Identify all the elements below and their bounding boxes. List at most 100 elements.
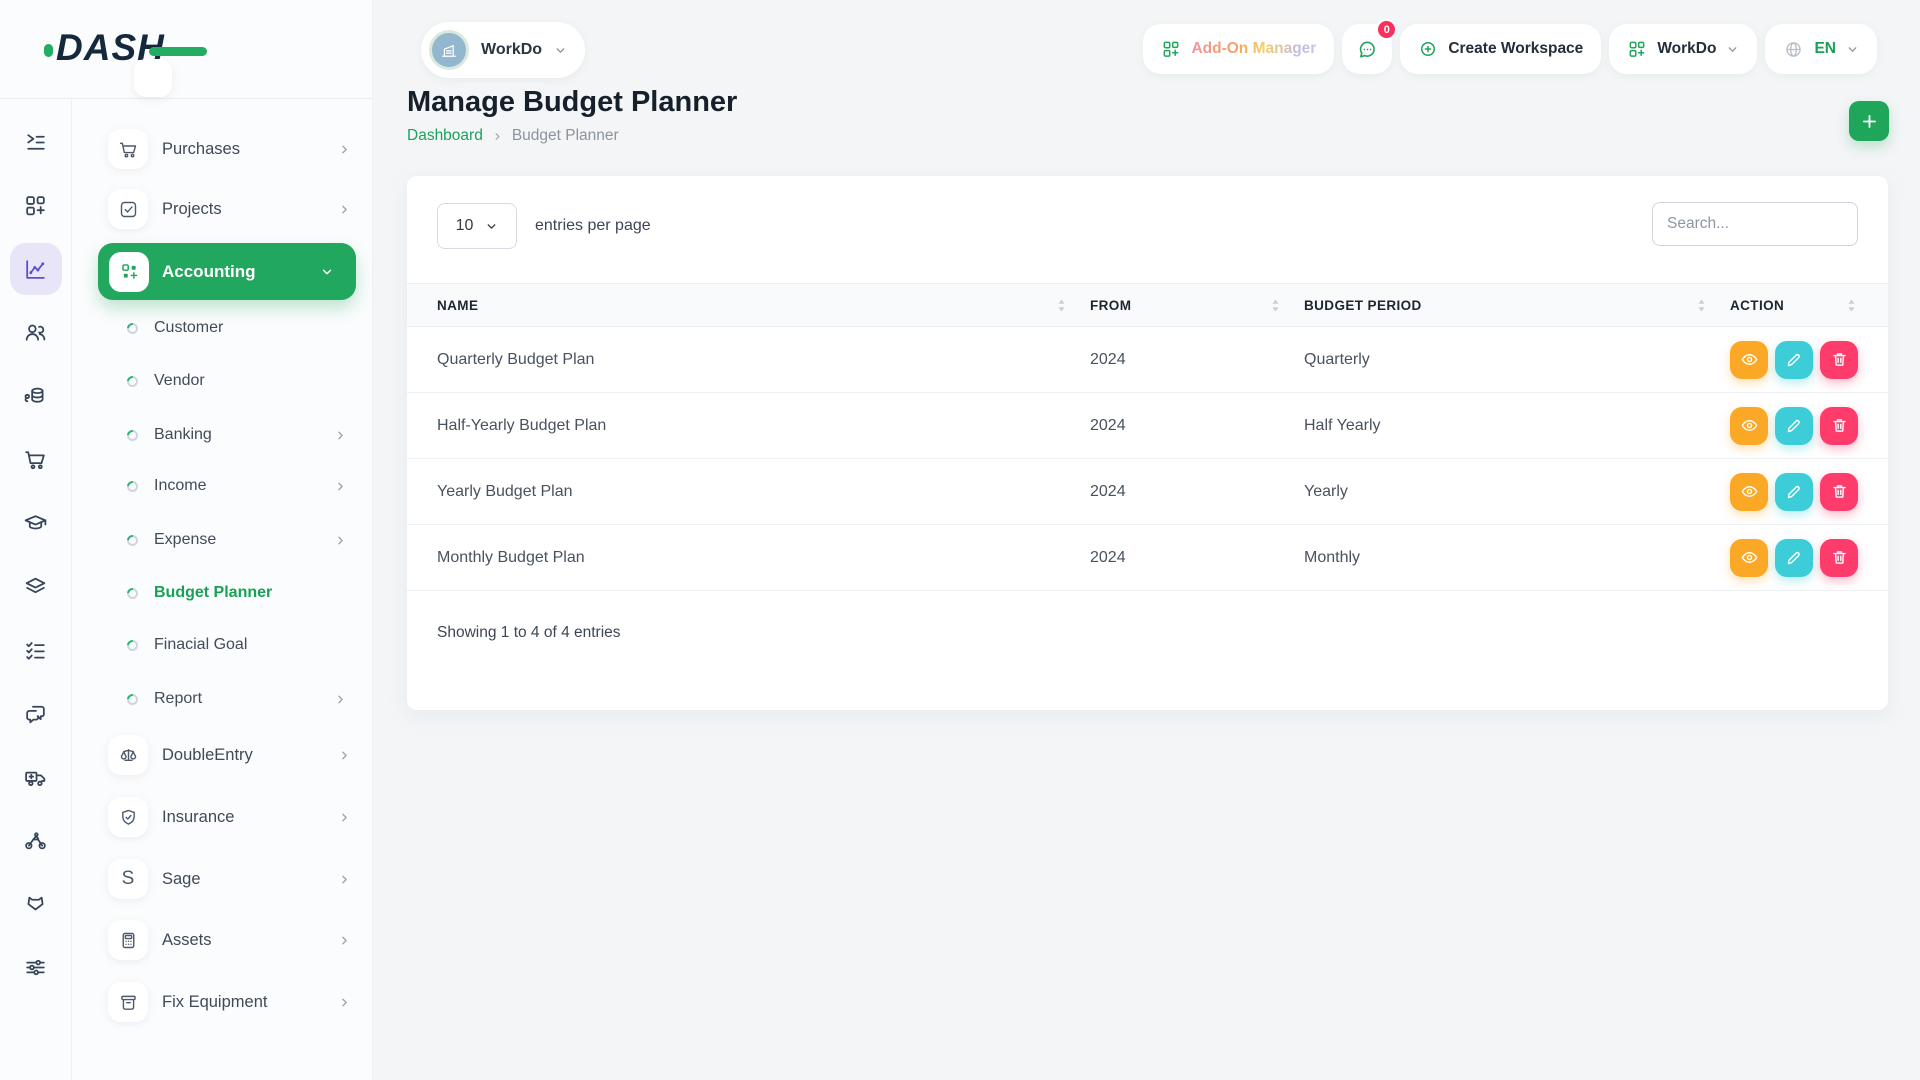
eye-icon — [1740, 548, 1759, 567]
sidebar-item-insurance[interactable]: Insurance — [72, 797, 373, 837]
sort-icon[interactable] — [1271, 298, 1280, 313]
sidebar-item-banking[interactable]: Banking — [72, 422, 373, 448]
table-header: NAME FROM BUDGET PERIOD ACTION — [407, 283, 1888, 327]
entries-per-page-select[interactable]: 10 — [437, 203, 517, 249]
plus-icon — [1860, 112, 1879, 131]
cart-icon[interactable] — [10, 434, 62, 486]
trash-icon — [1830, 548, 1849, 567]
layers-icon[interactable] — [10, 561, 62, 613]
budget-table-card: 10 entries per page NAME FROM BUDGET PER… — [407, 176, 1888, 710]
edit-button[interactable] — [1775, 341, 1813, 379]
apps-grid-icon — [1161, 39, 1181, 59]
create-budget-button[interactable] — [1849, 101, 1889, 141]
table-row: Yearly Budget Plan 2024 Yearly — [407, 459, 1888, 525]
eye-icon — [1740, 350, 1759, 369]
eye-icon — [1740, 482, 1759, 501]
chevron-right-icon — [334, 534, 347, 547]
left-panel: DASH Purchases — [0, 0, 373, 1080]
delivery-icon[interactable] — [10, 751, 62, 803]
view-button[interactable] — [1730, 341, 1768, 379]
delete-button[interactable] — [1820, 341, 1858, 379]
sidebar-item-fix-equipment[interactable]: Fix Equipment — [72, 982, 373, 1022]
list-start-icon[interactable] — [10, 116, 62, 168]
sort-icon[interactable] — [1057, 298, 1066, 313]
money-icon[interactable] — [10, 370, 62, 422]
bullet-icon — [127, 430, 138, 441]
chevron-right-icon — [334, 693, 347, 706]
delete-button[interactable] — [1820, 539, 1858, 577]
view-button[interactable] — [1730, 539, 1768, 577]
breadcrumb: Dashboard Budget Planner — [407, 127, 619, 145]
education-icon[interactable] — [10, 497, 62, 549]
cell-actions — [1730, 473, 1858, 511]
chevron-down-icon — [1726, 43, 1739, 56]
language-switcher[interactable]: EN — [1765, 24, 1877, 74]
sort-icon[interactable] — [1697, 298, 1706, 313]
view-button[interactable] — [1730, 473, 1768, 511]
view-button[interactable] — [1730, 407, 1768, 445]
sidebar-item-sage[interactable]: S Sage — [72, 859, 373, 899]
workspace-switcher[interactable]: WorkDo — [1609, 24, 1757, 74]
column-header-name[interactable]: NAME — [437, 298, 1090, 313]
apps-grid-icon[interactable] — [10, 180, 62, 232]
cell-actions — [1730, 341, 1858, 379]
cell-period: Yearly — [1304, 483, 1730, 501]
sidebar-item-assets[interactable]: Assets — [72, 920, 373, 960]
column-header-budget-period[interactable]: BUDGET PERIOD — [1304, 298, 1730, 313]
chevron-right-icon — [334, 429, 347, 442]
sidebar-item-vendor[interactable]: Vendor — [72, 368, 373, 394]
edit-button[interactable] — [1775, 473, 1813, 511]
breadcrumb-current: Budget Planner — [512, 127, 619, 145]
sidebar-item-customer[interactable]: Customer — [72, 315, 373, 341]
sidebar-item-report[interactable]: Report — [72, 686, 373, 712]
analytics-icon[interactable] — [10, 243, 62, 295]
sidebar-item-purchases[interactable]: Purchases — [72, 129, 373, 169]
chat-icon[interactable] — [10, 688, 62, 740]
search-input[interactable] — [1652, 202, 1858, 246]
sidebar-item-finacial-goal[interactable]: Finacial Goal — [72, 632, 373, 658]
logo-dash — [149, 47, 207, 56]
addon-manager-button[interactable]: Add-On Manager — [1143, 24, 1334, 74]
bullet-icon — [127, 588, 138, 599]
messages-button[interactable]: 0 — [1342, 24, 1392, 74]
sage-letter-icon: S — [108, 859, 148, 899]
apps-grid-icon — [1627, 39, 1647, 59]
sidebar-item-income[interactable]: Income — [72, 473, 373, 499]
pencil-icon — [1785, 482, 1804, 501]
sidebar-item-accounting[interactable]: Accounting — [98, 243, 356, 300]
tasks-icon[interactable] — [10, 624, 62, 676]
sidebar-item-expense[interactable]: Expense — [72, 527, 373, 553]
column-header-action[interactable]: ACTION — [1730, 298, 1858, 313]
chevron-down-icon — [554, 44, 567, 57]
delete-button[interactable] — [1820, 407, 1858, 445]
users-icon[interactable] — [10, 307, 62, 359]
workspace-pill[interactable]: WorkDo — [421, 22, 585, 78]
create-workspace-button[interactable]: Create Workspace — [1400, 24, 1601, 74]
chevron-down-icon — [485, 220, 498, 233]
sidebar-item-doubleentry[interactable]: DoubleEntry — [72, 735, 373, 775]
sidebar-item-budget-planner[interactable]: Budget Planner — [72, 580, 373, 606]
bike-icon[interactable] — [10, 815, 62, 867]
circle-plus-icon — [1418, 39, 1438, 59]
breadcrumb-dashboard-link[interactable]: Dashboard — [407, 127, 483, 145]
bullet-icon — [127, 640, 138, 651]
sliders-icon[interactable] — [10, 942, 62, 994]
cell-from: 2024 — [1090, 351, 1304, 369]
cart-icon — [108, 129, 148, 169]
chevron-right-icon — [492, 131, 503, 142]
brand-logo[interactable]: DASH — [44, 24, 207, 72]
sidebar-item-projects[interactable]: Projects — [72, 189, 373, 229]
eye-icon — [1740, 416, 1759, 435]
delete-button[interactable] — [1820, 473, 1858, 511]
edit-button[interactable] — [1775, 407, 1813, 445]
icon-rail — [0, 99, 72, 1080]
app-root: DASH Purchases — [0, 0, 1920, 1080]
sort-icon[interactable] — [1847, 298, 1856, 313]
animal-icon[interactable] — [10, 878, 62, 930]
column-header-from[interactable]: FROM — [1090, 298, 1304, 313]
cell-period: Half Yearly — [1304, 417, 1730, 435]
check-square-icon — [108, 189, 148, 229]
edit-button[interactable] — [1775, 539, 1813, 577]
trash-icon — [1830, 482, 1849, 501]
cell-period: Quarterly — [1304, 351, 1730, 369]
